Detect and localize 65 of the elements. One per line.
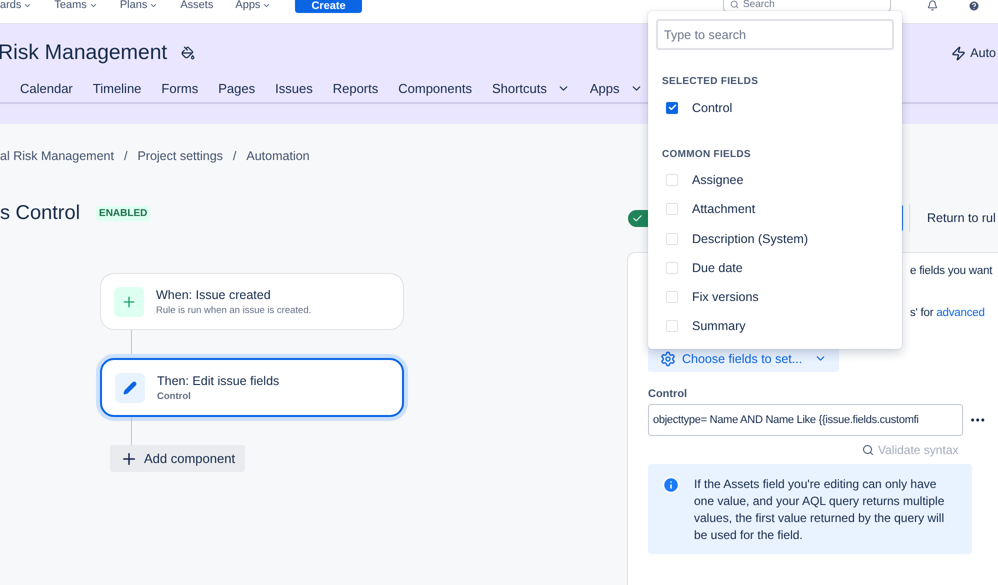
panel-text: s' for advanced [910, 307, 985, 319]
card-title: Then: Edit issue fields [157, 374, 280, 388]
checkbox[interactable] [666, 203, 678, 216]
breadcrumb-separator: / [124, 149, 128, 163]
settings-icon [660, 350, 676, 366]
breadcrumb-link[interactable]: al Risk Management [0, 149, 114, 163]
pencil-icon [115, 372, 145, 402]
nav-tab[interactable]: Reports [332, 80, 390, 96]
search-icon [730, 0, 739, 9]
advanced-link[interactable]: advanced [936, 307, 985, 319]
query-input[interactable]: objecttype= Name AND Name Like {{issue.fields.customfi [648, 404, 963, 436]
nav-tab[interactable]: Forms [161, 80, 210, 96]
field-option[interactable]: Summary [656, 312, 894, 342]
breadcrumb-separator: / [232, 149, 236, 163]
checkbox[interactable] [666, 232, 678, 245]
rule-title: s Control [0, 202, 80, 224]
group-heading: COMMON FIELDS [662, 148, 752, 160]
return-link[interactable]: Return to rul [927, 211, 996, 225]
checkbox[interactable] [666, 262, 678, 274]
nav-item[interactable]: ards [0, 0, 32, 11]
nav-item[interactable]: Apps [235, 0, 272, 11]
project-title: Risk Management [0, 41, 168, 65]
nav-tab[interactable]: Pages [218, 80, 268, 96]
field-option[interactable]: Attachment [656, 194, 894, 224]
panel-text: e fields you want [910, 265, 992, 277]
card-subtitle: Control [157, 390, 192, 402]
field-option[interactable]: Control [656, 93, 894, 123]
nav-item[interactable]: Teams [54, 0, 98, 11]
nav-item[interactable]: Plans [120, 0, 158, 11]
nav-item[interactable]: Assets [180, 0, 214, 11]
plus-icon [114, 286, 144, 316]
checkbox[interactable] [666, 320, 678, 332]
field-option[interactable]: Description (System) [656, 224, 894, 254]
info-icon [662, 476, 680, 494]
paint-bucket-icon[interactable] [181, 46, 196, 60]
bell-icon[interactable] [927, 0, 938, 11]
rule-component-card[interactable]: When: Issue created Rule is run when an issue is created. [100, 273, 404, 330]
card-subtitle: Rule is run when an issue is created. [156, 304, 312, 316]
lightning-icon [951, 46, 966, 60]
header-link[interactable]: Auto [951, 46, 996, 60]
nav-tab[interactable]: Shortcuts [492, 80, 582, 96]
help-icon[interactable] [968, 0, 980, 12]
nav-tab[interactable]: Components [398, 80, 484, 96]
card-title: When: Issue created [156, 288, 272, 302]
breadcrumb-link[interactable]: Project settings [137, 149, 223, 163]
checkbox[interactable] [666, 174, 678, 186]
breadcrumb-link[interactable]: Automation [246, 149, 310, 163]
create-button[interactable]: Create [295, 0, 362, 13]
status-badge: ENABLED [96, 206, 150, 220]
checkbox[interactable] [666, 291, 678, 304]
nav-tab[interactable]: Calendar [20, 80, 85, 96]
dropdown-search-field[interactable]: Type to search [656, 19, 894, 50]
field-option[interactable]: Due date [656, 253, 894, 283]
checkbox[interactable] [666, 102, 678, 114]
field-option[interactable]: Fix versions [656, 282, 894, 312]
check-icon [632, 212, 643, 224]
nav-tab[interactable]: Apps [590, 80, 655, 96]
nav-tab[interactable]: Issues [275, 80, 325, 96]
field-option[interactable]: Assignee [656, 166, 894, 195]
search-icon [862, 444, 874, 456]
group-heading: SELECTED FIELDS [662, 76, 760, 88]
add-component-button[interactable]: Add component [110, 445, 246, 472]
nav-tab[interactable]: Timeline [92, 80, 154, 96]
info-text: If the Assets field you're editing can only have one value, and your AQL query returns multiple values, the first value returned by the query will be used for the field. [694, 476, 946, 544]
field-label: Control [648, 388, 688, 400]
